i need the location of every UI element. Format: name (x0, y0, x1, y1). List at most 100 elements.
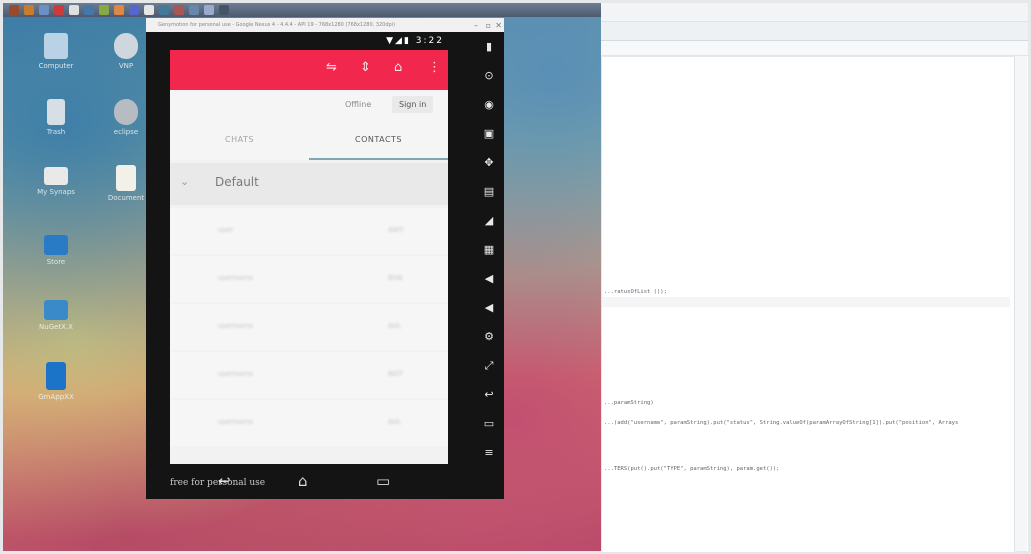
terminal-icon[interactable] (54, 5, 64, 15)
contact-status: AVL (388, 322, 402, 330)
desktop-icon-computer[interactable]: Computer (28, 33, 84, 70)
editor-scrollbar[interactable] (1014, 56, 1027, 551)
document-icon (116, 165, 136, 191)
app-icon-11[interactable] (219, 5, 229, 15)
android-status-bar: ▼◢▮ 3:22 (170, 34, 448, 50)
rotate-icon[interactable]: ⚙ (482, 330, 496, 343)
volume-down-icon[interactable]: ◀ (482, 301, 496, 314)
sign-in-button[interactable]: Sign in (392, 96, 434, 113)
files-icon[interactable] (39, 5, 49, 15)
add-contact-icon[interactable]: ⌂ (394, 60, 402, 75)
app-icon-7[interactable] (159, 5, 169, 15)
rss-icon[interactable]: ◢ (482, 214, 496, 227)
emulator-title-bar[interactable]: Genymotion for personal use - Google Nex… (146, 18, 504, 32)
app-icon-10[interactable] (204, 5, 214, 15)
back-icon[interactable]: ↩ (218, 472, 231, 490)
battery-icon: ▮ (403, 36, 411, 46)
app-icon-3[interactable] (99, 5, 109, 15)
browser-icon[interactable] (24, 5, 34, 15)
volume-up-icon[interactable]: ◀ (482, 272, 496, 285)
location-icon[interactable]: ◉ (482, 98, 496, 111)
contact-name: user (218, 226, 234, 234)
contact-row[interactable]: username NOT (170, 352, 448, 398)
current-line-highlight (602, 297, 1010, 307)
tab-contacts[interactable]: CONTACTS (309, 120, 448, 160)
gps-icon[interactable]: ⊙ (482, 69, 496, 82)
media-icon[interactable]: ▦ (482, 243, 496, 256)
desktop-icon-trash[interactable]: Trash (28, 99, 84, 136)
android-nav-bar: free for personal use ↩ ⌂ ▭ (170, 466, 448, 499)
contact-row[interactable]: user AWY (170, 208, 448, 254)
desktop-icon-my-synaps[interactable]: My Synaps (28, 167, 84, 196)
offline-label: Offline (345, 100, 372, 109)
desktop-icon-label: GmAppXX (38, 393, 74, 401)
contact-status: NOT (388, 370, 404, 378)
contact-name: username (218, 274, 253, 282)
document-icon (46, 362, 66, 390)
emulator-title: Genymotion for personal use - Google Nex… (158, 22, 396, 28)
folder-icon (44, 235, 68, 255)
eclipse-icon (114, 99, 138, 125)
translate-icon[interactable]: ⇋ (326, 60, 337, 75)
close-icon[interactable]: ✕ (483, 19, 502, 32)
scale-icon[interactable]: ⤢ (482, 359, 496, 373)
start-icon[interactable] (9, 5, 19, 15)
app-icon-8[interactable] (174, 5, 184, 15)
contact-row[interactable]: username AVL (170, 400, 448, 446)
status-time: 3:22 (415, 36, 444, 46)
desktop-icon-app[interactable]: GmAppXX (28, 362, 84, 401)
app-icon-9[interactable] (189, 5, 199, 15)
sort-icon[interactable]: ⇕ (360, 60, 371, 75)
back-icon[interactable]: ↩ (482, 388, 496, 401)
recent-apps-icon[interactable]: ▭ (376, 472, 390, 490)
code-line: ...ratusOfList ()); (604, 289, 667, 295)
desktop-icon-label: Computer (38, 62, 74, 70)
code-line: ...paramString) (604, 400, 654, 406)
move-icon[interactable]: ✥ (482, 156, 496, 169)
id-icon[interactable]: ▤ (482, 185, 496, 198)
code-line: ...(add("username", paramString).put("st… (604, 420, 959, 426)
emulator-toolbar: ▮ ⊙ ◉ ▣ ✥ ▤ ◢ ▦ ◀ ◀ ⚙ ⤢ ↩ ▭ ≡ (474, 36, 504, 496)
tab-chats[interactable]: CHATS (170, 120, 309, 160)
contact-status: AVL (388, 418, 402, 426)
group-name: Default (215, 175, 259, 189)
desktop-icon-store[interactable]: Store (28, 235, 84, 266)
contact-status: AWY (388, 226, 404, 234)
ide-toolbar (601, 22, 1028, 41)
app-icon-6[interactable] (144, 5, 154, 15)
contact-row[interactable]: username BSN (170, 256, 448, 302)
active-tab-indicator (309, 158, 448, 160)
wifi-icon: ▼ (386, 36, 396, 46)
emulator-window: Genymotion for personal use - Google Nex… (146, 18, 504, 499)
app-icon-1[interactable] (69, 5, 79, 15)
computer-icon (44, 33, 68, 59)
status-icons: ▼◢▮ 3:22 (386, 36, 444, 46)
contact-group-header[interactable]: ⌄ Default (170, 163, 448, 205)
chevron-down-icon: ⌄ (180, 175, 190, 188)
camera-icon[interactable]: ▣ (482, 127, 496, 140)
home-icon[interactable]: ▭ (482, 417, 496, 430)
folder-icon (44, 167, 68, 185)
desktop-icon-nuget[interactable]: NuGetX.X (28, 300, 84, 331)
contact-name: username (218, 370, 253, 378)
battery-icon[interactable]: ▮ (482, 40, 496, 53)
taskbar (3, 3, 601, 17)
home-icon[interactable]: ⌂ (298, 472, 308, 490)
ide-menu-bar (601, 3, 1028, 22)
menu-icon[interactable]: ≡ (482, 446, 496, 459)
contact-name: username (218, 418, 253, 426)
vnp-icon (114, 33, 138, 59)
app-icon-4[interactable] (114, 5, 124, 15)
trash-icon (47, 99, 65, 125)
desktop-icon-label: Store (46, 258, 66, 266)
app-icon-5[interactable] (129, 5, 139, 15)
app-icon-2[interactable] (84, 5, 94, 15)
contact-row[interactable]: username AVL (170, 304, 448, 350)
connection-row: Offline Sign in (170, 90, 448, 120)
contact-name: username (218, 322, 253, 330)
desktop-icon-label: NuGetX.X (39, 323, 73, 331)
overflow-menu-icon[interactable]: ⋮ (428, 60, 441, 75)
desktop-icon-label: My Synaps (37, 188, 75, 196)
ide-window: ...ratusOfList ()); ...paramString) ...(… (601, 3, 1028, 553)
code-editor[interactable]: ...ratusOfList ()); ...paramString) ...(… (601, 56, 1015, 553)
